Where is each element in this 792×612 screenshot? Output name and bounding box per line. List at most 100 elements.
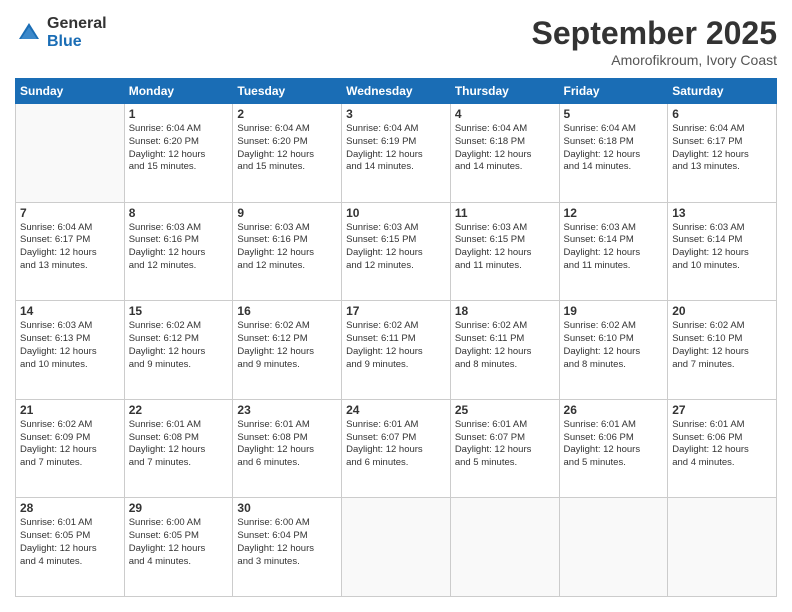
day-info: Sunrise: 6:04 AMSunset: 6:18 PMDaylight:… [564,123,664,174]
calendar-cell: 8 Sunrise: 6:03 AMSunset: 6:16 PMDaylight… [124,202,233,301]
day-info: Sunrise: 6:03 AMSunset: 6:15 PMDaylight:… [455,222,555,273]
calendar-cell: 7 Sunrise: 6:04 AMSunset: 6:17 PMDaylight… [16,202,125,301]
day-number: 10 [346,206,446,220]
calendar-cell: 5 Sunrise: 6:04 AMSunset: 6:18 PMDaylight… [559,104,668,203]
day-info: Sunrise: 6:04 AMSunset: 6:20 PMDaylight:… [129,123,229,174]
day-number: 16 [237,304,337,318]
day-info: Sunrise: 6:04 AMSunset: 6:20 PMDaylight:… [237,123,337,174]
day-number: 13 [672,206,772,220]
calendar-cell: 17 Sunrise: 6:02 AMSunset: 6:11 PMDayligh… [342,301,451,400]
calendar-cell: 2 Sunrise: 6:04 AMSunset: 6:20 PMDaylight… [233,104,342,203]
day-number: 30 [237,501,337,515]
calendar-cell: 16 Sunrise: 6:02 AMSunset: 6:12 PMDayligh… [233,301,342,400]
calendar-cell: 28 Sunrise: 6:01 AMSunset: 6:05 PMDayligh… [16,498,125,597]
day-number: 6 [672,107,772,121]
header: General Blue September 2025 Amorofikroum… [15,15,777,68]
calendar-cell: 21Sunrise: 6:02 AMSunset: 6:09 PMDayligh… [16,399,125,498]
page: General Blue September 2025 Amorofikroum… [0,0,792,612]
day-of-week-header: Saturday [668,79,777,104]
day-info: Sunrise: 6:03 AMSunset: 6:16 PMDaylight:… [129,222,229,273]
day-number: 28 [20,501,120,515]
day-number: 4 [455,107,555,121]
calendar-cell: 12Sunrise: 6:03 AMSunset: 6:14 PMDayligh… [559,202,668,301]
day-info: Sunrise: 6:01 AMSunset: 6:07 PMDaylight:… [346,419,446,470]
calendar-week-row: 28 Sunrise: 6:01 AMSunset: 6:05 PMDayligh… [16,498,777,597]
logo-blue: Blue [47,33,107,51]
logo-icon [15,19,43,47]
calendar-cell: 18Sunrise: 6:02 AMSunset: 6:11 PMDayligh… [450,301,559,400]
day-info: Sunrise: 6:02 AMSunset: 6:10 PMDaylight:… [564,320,664,371]
calendar-week-row: 1 Sunrise: 6:04 AMSunset: 6:20 PMDaylight… [16,104,777,203]
day-number: 17 [346,304,446,318]
calendar-cell: 3Sunrise: 6:04 AMSunset: 6:19 PMDaylight… [342,104,451,203]
day-info: Sunrise: 6:01 AMSunset: 6:08 PMDaylight:… [129,419,229,470]
day-number: 25 [455,403,555,417]
day-number: 29 [129,501,229,515]
calendar-header-row: SundayMondayTuesdayWednesdayThursdayFrid… [16,79,777,104]
day-number: 2 [237,107,337,121]
logo-text: General Blue [47,15,107,50]
calendar-week-row: 14Sunrise: 6:03 AMSunset: 6:13 PMDayligh… [16,301,777,400]
day-info: Sunrise: 6:03 AMSunset: 6:14 PMDaylight:… [672,222,772,273]
calendar-cell: 27Sunrise: 6:01 AMSunset: 6:06 PMDayligh… [668,399,777,498]
title-block: September 2025 Amorofikroum, Ivory Coast [532,15,777,68]
day-of-week-header: Thursday [450,79,559,104]
day-number: 18 [455,304,555,318]
day-info: Sunrise: 6:03 AMSunset: 6:15 PMDaylight:… [346,222,446,273]
calendar-cell: 11 Sunrise: 6:03 AMSunset: 6:15 PMDayligh… [450,202,559,301]
calendar-cell [668,498,777,597]
day-number: 11 [455,206,555,220]
calendar-cell: 26 Sunrise: 6:01 AMSunset: 6:06 PMDayligh… [559,399,668,498]
calendar-cell [342,498,451,597]
day-info: Sunrise: 6:03 AMSunset: 6:16 PMDaylight:… [237,222,337,273]
calendar-cell: 22 Sunrise: 6:01 AMSunset: 6:08 PMDayligh… [124,399,233,498]
month-title: September 2025 [532,15,777,52]
calendar-cell: 15 Sunrise: 6:02 AMSunset: 6:12 PMDayligh… [124,301,233,400]
calendar-cell: 14Sunrise: 6:03 AMSunset: 6:13 PMDayligh… [16,301,125,400]
calendar-week-row: 7 Sunrise: 6:04 AMSunset: 6:17 PMDaylight… [16,202,777,301]
day-info: Sunrise: 6:04 AMSunset: 6:17 PMDaylight:… [672,123,772,174]
day-info: Sunrise: 6:01 AMSunset: 6:08 PMDaylight:… [237,419,337,470]
day-info: Sunrise: 6:03 AMSunset: 6:13 PMDaylight:… [20,320,120,371]
day-info: Sunrise: 6:01 AMSunset: 6:06 PMDaylight:… [564,419,664,470]
day-number: 15 [129,304,229,318]
day-number: 20 [672,304,772,318]
day-number: 26 [564,403,664,417]
calendar-cell: 20Sunrise: 6:02 AMSunset: 6:10 PMDayligh… [668,301,777,400]
day-number: 5 [564,107,664,121]
day-of-week-header: Wednesday [342,79,451,104]
day-of-week-header: Sunday [16,79,125,104]
day-info: Sunrise: 6:04 AMSunset: 6:17 PMDaylight:… [20,222,120,273]
calendar-cell: 13 Sunrise: 6:03 AMSunset: 6:14 PMDayligh… [668,202,777,301]
calendar-cell: 6 Sunrise: 6:04 AMSunset: 6:17 PMDaylight… [668,104,777,203]
day-number: 9 [237,206,337,220]
day-number: 7 [20,206,120,220]
location-title: Amorofikroum, Ivory Coast [532,52,777,68]
day-info: Sunrise: 6:02 AMSunset: 6:12 PMDaylight:… [129,320,229,371]
calendar: SundayMondayTuesdayWednesdayThursdayFrid… [15,78,777,597]
day-info: Sunrise: 6:04 AMSunset: 6:18 PMDaylight:… [455,123,555,174]
day-number: 22 [129,403,229,417]
day-of-week-header: Tuesday [233,79,342,104]
calendar-cell [450,498,559,597]
calendar-cell: 30Sunrise: 6:00 AMSunset: 6:04 PMDayligh… [233,498,342,597]
day-number: 27 [672,403,772,417]
calendar-cell: 1 Sunrise: 6:04 AMSunset: 6:20 PMDaylight… [124,104,233,203]
logo: General Blue [15,15,107,50]
day-info: Sunrise: 6:02 AMSunset: 6:12 PMDaylight:… [237,320,337,371]
day-info: Sunrise: 6:01 AMSunset: 6:05 PMDaylight:… [20,517,120,568]
day-info: Sunrise: 6:02 AMSunset: 6:11 PMDaylight:… [346,320,446,371]
day-number: 8 [129,206,229,220]
calendar-cell: 29Sunrise: 6:00 AMSunset: 6:05 PMDayligh… [124,498,233,597]
calendar-cell: 9 Sunrise: 6:03 AMSunset: 6:16 PMDaylight… [233,202,342,301]
day-number: 1 [129,107,229,121]
calendar-cell: 25 Sunrise: 6:01 AMSunset: 6:07 PMDayligh… [450,399,559,498]
calendar-week-row: 21Sunrise: 6:02 AMSunset: 6:09 PMDayligh… [16,399,777,498]
calendar-cell: 10 Sunrise: 6:03 AMSunset: 6:15 PMDayligh… [342,202,451,301]
calendar-cell: 24 Sunrise: 6:01 AMSunset: 6:07 PMDayligh… [342,399,451,498]
day-info: Sunrise: 6:01 AMSunset: 6:07 PMDaylight:… [455,419,555,470]
day-number: 24 [346,403,446,417]
day-number: 3 [346,107,446,121]
day-number: 19 [564,304,664,318]
calendar-cell [16,104,125,203]
